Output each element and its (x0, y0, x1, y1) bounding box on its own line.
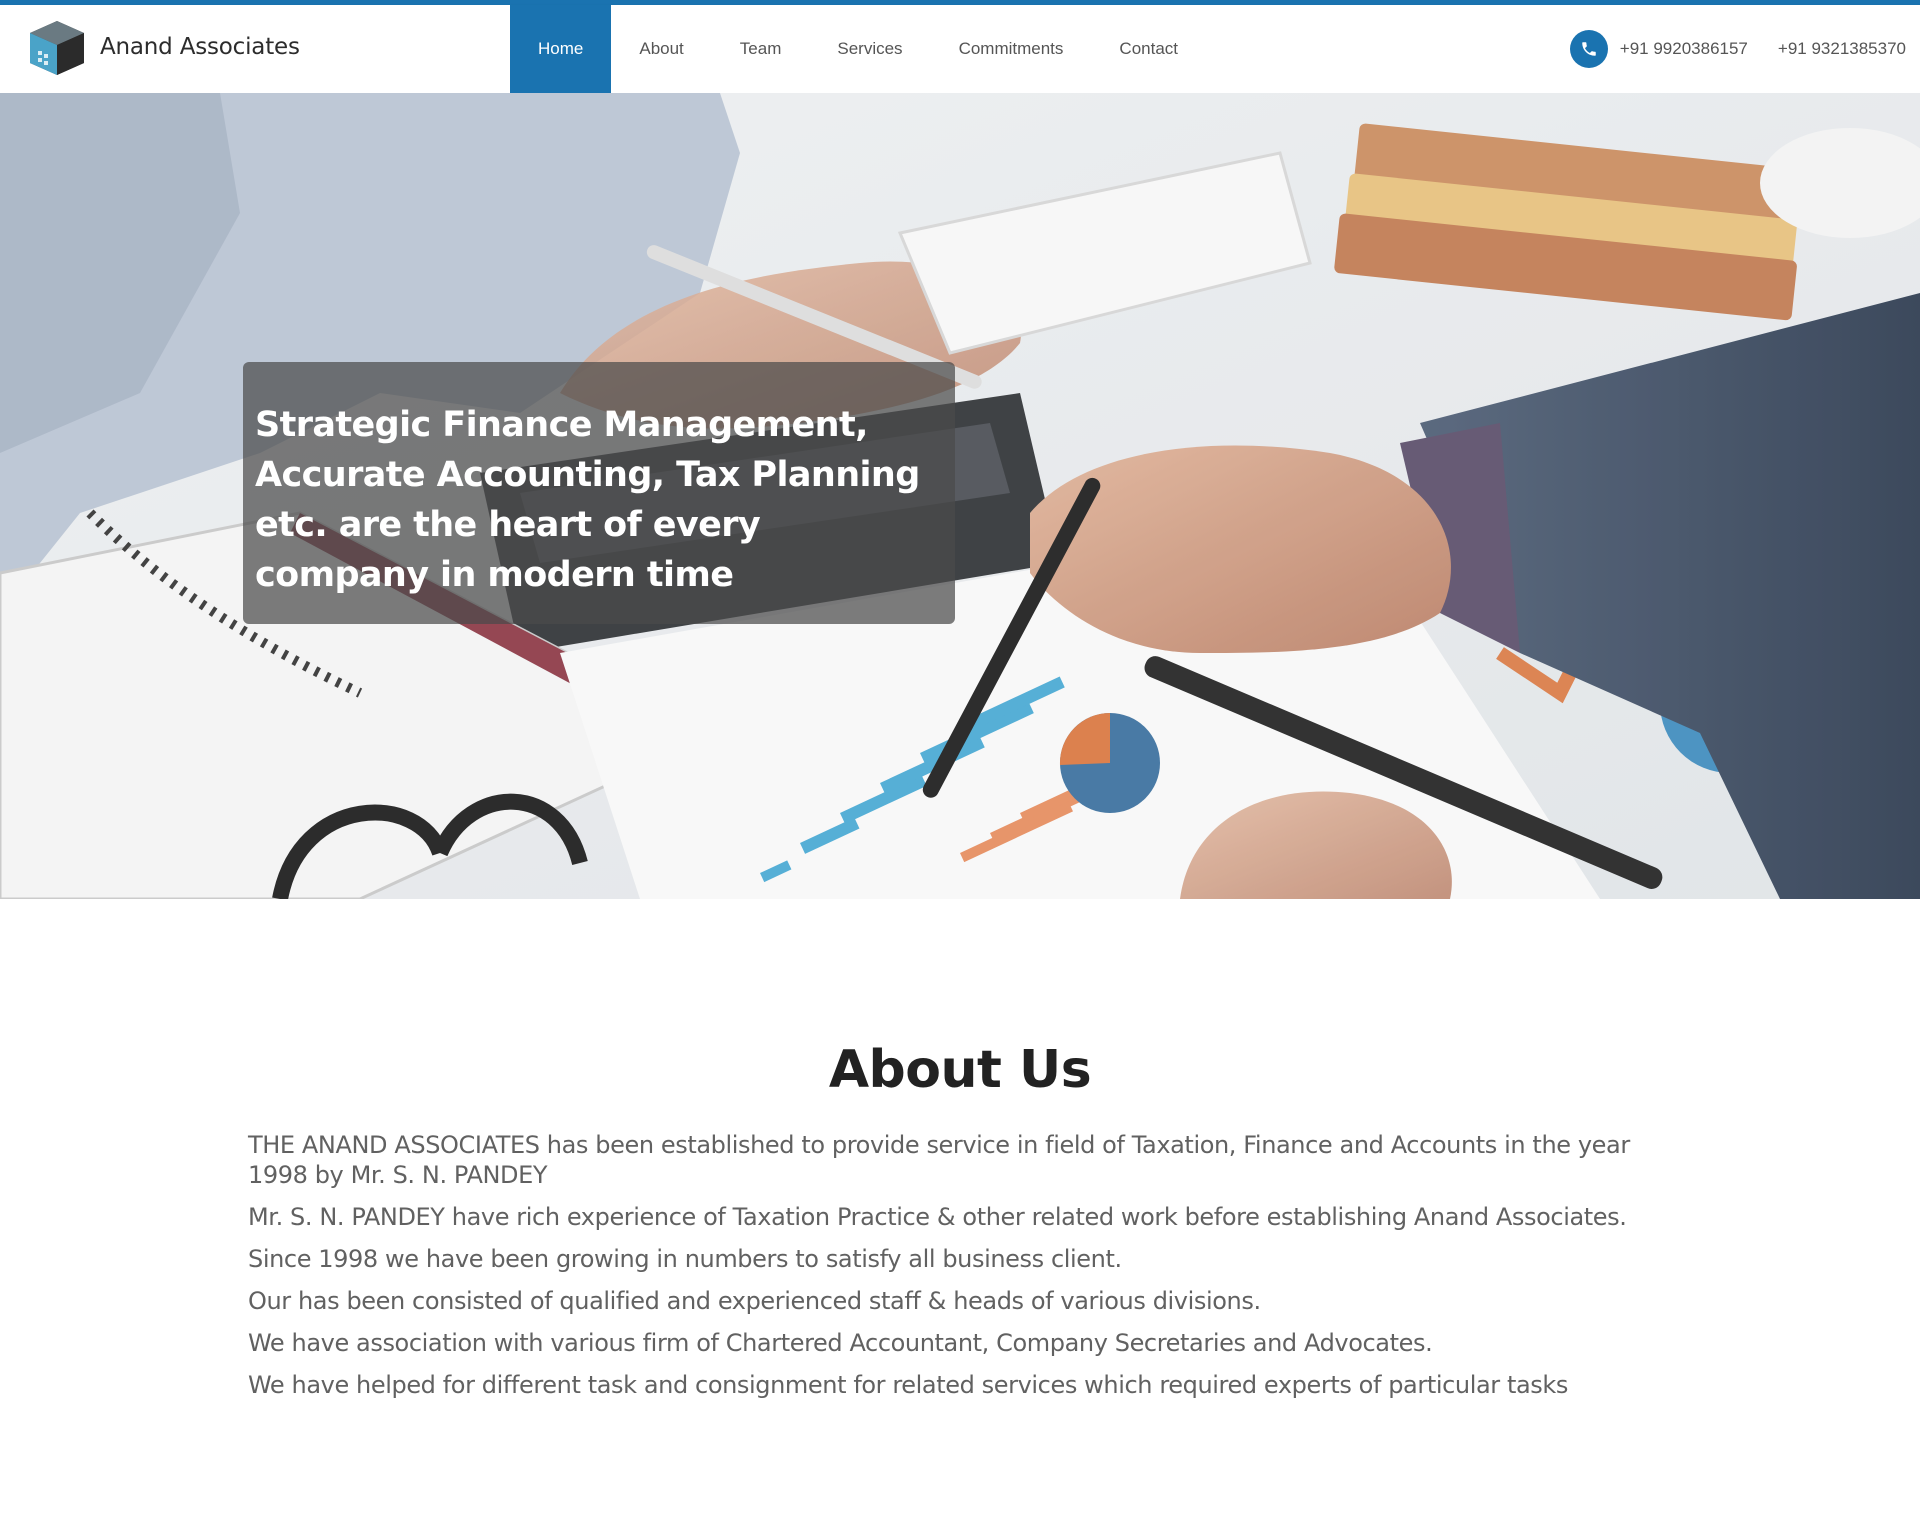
phone-number-2[interactable]: +91 9321385370 (1778, 39, 1906, 59)
phone-number-1[interactable]: +91 9920386157 (1620, 39, 1748, 59)
about-title: About Us (828, 1040, 1092, 1100)
about-paragraph: THE ANAND ASSOCIATES has been establishe… (248, 1131, 1630, 1189)
nav-item-team[interactable]: Team (712, 5, 810, 93)
about-paragraph: Our has been consisted of qualified and … (248, 1287, 1261, 1315)
nav-item-services[interactable]: Services (809, 5, 930, 93)
navbar: Anand Associates Home About Team Service… (0, 5, 1920, 93)
main-nav: Home About Team Services Commitments Con… (510, 5, 1206, 93)
cube-building-logo (30, 21, 84, 75)
nav-item-contact[interactable]: Contact (1091, 5, 1206, 93)
about-body: THE ANAND ASSOCIATES has been establishe… (248, 1130, 1688, 1412)
brand[interactable]: Anand Associates (26, 17, 300, 77)
about-paragraph: Since 1998 we have been growing in numbe… (248, 1245, 1122, 1273)
about-paragraph: We have helped for different task and co… (248, 1371, 1569, 1399)
nav-item-commitments[interactable]: Commitments (931, 5, 1092, 93)
phone-icon (1569, 30, 1608, 68)
contact-phones: +91 9920386157 +91 9321385370 (1569, 5, 1906, 93)
about-section: About Us THE ANAND ASSOCIATES has been e… (0, 1040, 1920, 1399)
nav-item-home[interactable]: Home (510, 5, 612, 93)
hero-headline: Strategic Finance Management, Accurate A… (255, 405, 920, 595)
hero-caption-box: Strategic Finance Management, Accurate A… (243, 362, 955, 624)
hero-banner: Strategic Finance Management, Accurate A… (0, 93, 1920, 899)
about-paragraph: We have association with various firm of… (248, 1329, 1433, 1357)
brand-name: Anand Associates (100, 34, 300, 60)
about-paragraph: Mr. S. N. PANDEY have rich experience of… (248, 1203, 1627, 1231)
nav-item-about[interactable]: About (611, 5, 711, 93)
